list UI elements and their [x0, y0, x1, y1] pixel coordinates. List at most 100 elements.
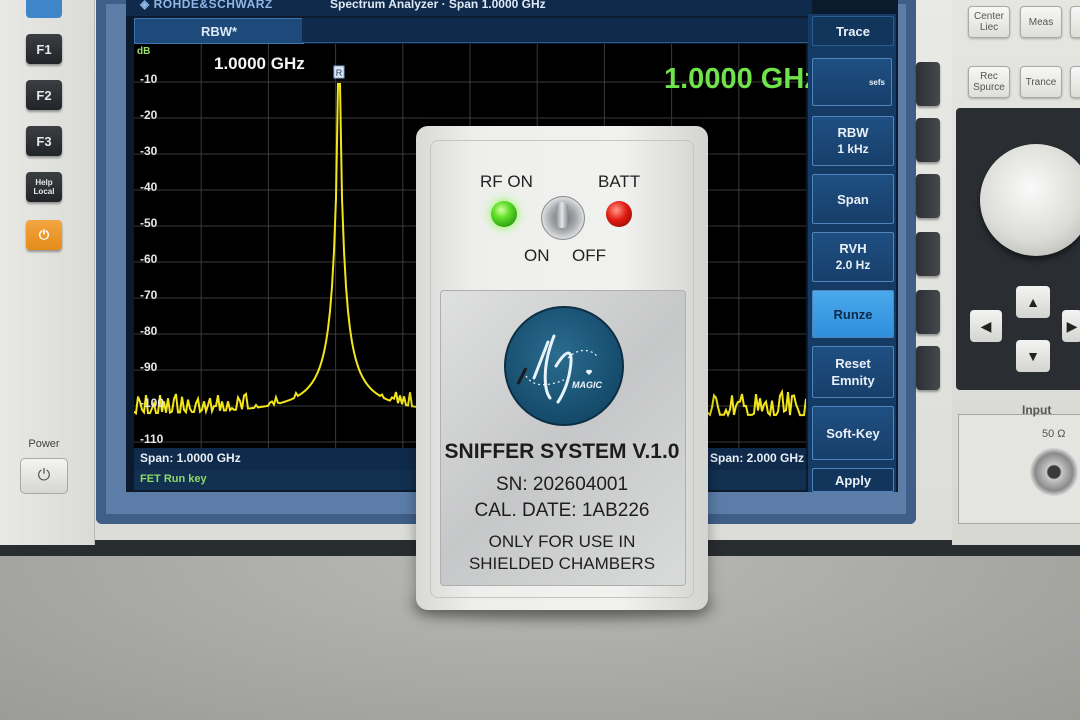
softkey-softkey-label: Soft-Key: [826, 425, 880, 441]
softkey-runze[interactable]: Runze: [812, 290, 894, 338]
arrow-down-icon: ▼: [1026, 348, 1040, 364]
serial-number: SN: 202604001: [495, 474, 629, 495]
y-tick-label: -100: [140, 396, 165, 410]
softkey-rbw-label: RBW: [837, 125, 869, 140]
y-tick-label: -80: [140, 324, 158, 338]
extra-key-top[interactable]: [1070, 6, 1080, 38]
help-label: Help: [35, 178, 53, 187]
center-frequency-readout: 1.0000 GHz: [664, 63, 819, 95]
softkey-apply[interactable]: Apply: [812, 468, 894, 492]
off-label: OFF: [572, 246, 606, 265]
softkey-blank-sub: sefs: [868, 77, 885, 87]
f1-button[interactable]: F1: [26, 34, 62, 64]
tab-strip: [302, 18, 810, 43]
brand-text: ROHDE&SCHWARZ: [153, 0, 273, 11]
softkey-apply-label: Apply: [834, 472, 872, 488]
softkey-softkey[interactable]: Soft-Key: [812, 406, 894, 460]
arrow-up-button[interactable]: ▲: [1016, 286, 1050, 318]
rf-input-connector[interactable]: [1030, 448, 1078, 496]
f3-label: F3: [36, 133, 52, 149]
y-tick-label: -40: [140, 180, 158, 194]
y-tick-label: -90: [140, 360, 158, 374]
softkey-span[interactable]: Span: [812, 174, 894, 224]
logo-text: MAGIC: [572, 380, 602, 390]
rec-key-line1: Rec: [980, 71, 998, 82]
power-icon: ⏻: [37, 467, 51, 484]
local-label: Local: [33, 187, 55, 196]
arrow-left-button[interactable]: ◀: [970, 310, 1002, 342]
run-status: FET Run key: [140, 473, 207, 485]
y-tick-label: -20: [140, 108, 158, 122]
power-icon: ⏻: [38, 227, 50, 242]
softkey-rbw[interactable]: RBW 1 kHz: [812, 116, 894, 166]
softkey-trace[interactable]: Trace: [812, 16, 894, 46]
softkey-reset-sub: Emnity: [831, 373, 875, 388]
y-tick-label: -70: [140, 288, 158, 302]
f2-button[interactable]: F2: [26, 80, 62, 110]
hardkey-6[interactable]: [916, 346, 940, 390]
warning-line-2: SHIELDED CHAMBERS: [468, 554, 656, 573]
y-tick-label: -110: [140, 432, 164, 446]
softkey-blank[interactable]: sefs: [812, 58, 892, 106]
hardkey-1[interactable]: [916, 62, 940, 106]
screen-header-title: Spectrum Analyzer · Span 1.0000 GHz: [330, 0, 546, 11]
brand-logo: ◈ ROHDE&SCHWARZ: [140, 0, 273, 11]
meas-key-label: Meas: [1028, 16, 1054, 28]
peak-marker: R: [333, 65, 345, 79]
marker-frequency: 1.0000 GHz: [214, 54, 305, 73]
rf-on-led-icon: [491, 201, 517, 227]
y-axis-unit: dB: [137, 46, 151, 57]
span-right-readout: Span: 2.000 GHz: [710, 451, 805, 465]
power-label: Power: [28, 438, 60, 450]
softkey-runze-label: Runze: [833, 306, 873, 322]
softkey-rbw-value: 1 kHz: [837, 142, 869, 156]
on-label: ON: [524, 246, 550, 265]
hardkey-4[interactable]: [916, 232, 940, 276]
device-title: SNIFFER SYSTEM V.1.0: [444, 440, 680, 463]
arrow-left-icon: ◀: [980, 317, 992, 334]
power-button[interactable]: ⏻: [20, 458, 68, 494]
rf-on-label: RF ON: [480, 172, 533, 191]
input-impedance-label: 50 Ω: [1042, 428, 1066, 440]
softkey-rvh[interactable]: RVH 2.0 Hz: [812, 232, 894, 282]
softkey-rvh-value: 2.0 Hz: [835, 258, 871, 272]
magic-logo-icon: [516, 334, 599, 404]
extra-key-mid[interactable]: [1070, 66, 1080, 98]
meas-key[interactable]: Meas: [1020, 6, 1062, 38]
arrow-down-button[interactable]: ▼: [1016, 340, 1050, 372]
rs-logo-icon: ◈: [140, 0, 154, 11]
softkey-reset[interactable]: Reset Emnity: [812, 346, 894, 398]
span-left-readout: Span: 1.0000 GHz: [140, 451, 241, 465]
rotary-knob[interactable]: [980, 144, 1080, 256]
f1-label: F1: [36, 41, 52, 57]
y-tick-label: -60: [140, 252, 158, 266]
marker-label: R: [336, 68, 343, 78]
f2-label: F2: [36, 87, 52, 103]
y-tick-label: -30: [140, 144, 158, 158]
center-key[interactable]: Center Liec: [968, 6, 1010, 38]
batt-label: BATT: [598, 172, 641, 191]
arrow-right-icon: ▶: [1066, 317, 1078, 334]
center-key-line1: Center: [973, 11, 1004, 22]
hardkey-2[interactable]: [916, 118, 940, 162]
rec-source-key[interactable]: Rec Spurce: [968, 66, 1010, 98]
arrow-right-button[interactable]: ▶: [1062, 310, 1080, 342]
hardkey-5[interactable]: [916, 290, 940, 334]
calibration-date: CAL. DATE: 1AB226: [474, 500, 650, 521]
standby-button[interactable]: ⏻: [26, 220, 62, 250]
toggle-lever[interactable]: [556, 202, 568, 228]
softkey-span-label: Span: [837, 191, 869, 207]
trance-key[interactable]: Trance: [1020, 66, 1062, 98]
help-local-button[interactable]: Help Local: [26, 172, 62, 202]
top-blue-button[interactable]: [26, 0, 62, 18]
y-tick-label: -50: [140, 216, 158, 230]
tab-rbw[interactable]: RBW*: [134, 18, 304, 44]
y-tick-label: -10: [140, 72, 158, 86]
f3-button[interactable]: F3: [26, 126, 62, 156]
input-label: Input: [1022, 403, 1052, 417]
arrow-up-icon: ▲: [1026, 294, 1040, 310]
rec-key-line2: Spurce: [973, 82, 1005, 93]
warning-line-1: ONLY FOR USE IN: [488, 532, 636, 551]
softkey-rvh-label: RVH: [839, 241, 867, 256]
hardkey-3[interactable]: [916, 174, 940, 218]
